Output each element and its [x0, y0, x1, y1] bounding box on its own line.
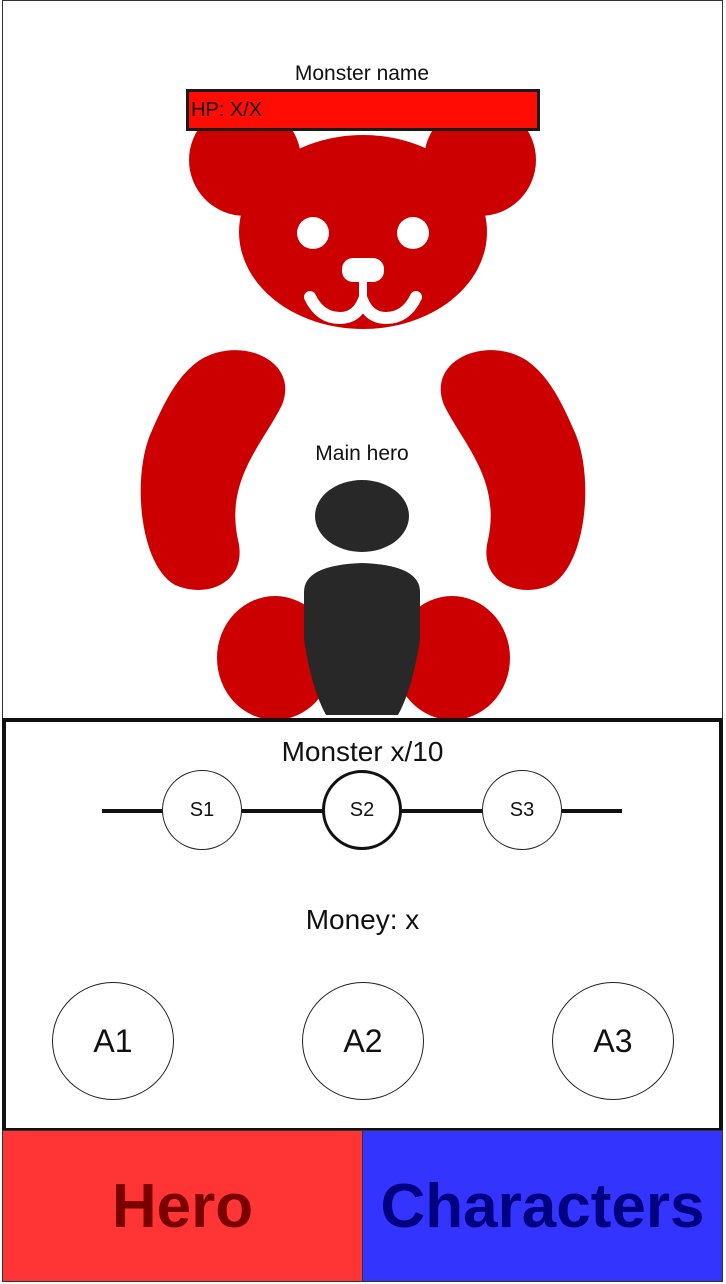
stage-button-s3[interactable]: S3 [482, 770, 562, 850]
stage-button-s2[interactable]: S2 [322, 770, 402, 850]
monster-hp-bar: HP: X/X [186, 89, 540, 131]
ability-button-a1[interactable]: A1 [52, 982, 174, 1100]
stage-button-s1[interactable]: S1 [162, 770, 242, 850]
tab-hero[interactable]: Hero [2, 1130, 363, 1282]
ability-button-a2[interactable]: A2 [302, 982, 424, 1100]
tab-characters[interactable]: Characters [362, 1130, 723, 1282]
hero-label: Main hero [315, 442, 409, 465]
ability-button-a3[interactable]: A3 [552, 982, 674, 1100]
money-display: Money: x [305, 904, 420, 935]
monster-name: Monster name [294, 62, 430, 85]
stage-panel: Monster x/10 S1 S2 S3 Money: x A1 A2 A3 [2, 718, 723, 1132]
battle-scene: Monster name HP: X/X Main hero [0, 0, 726, 720]
monster-hp-text: HP: X/X [191, 99, 263, 121]
stage-title: Monster x/10 [281, 736, 444, 767]
hero-sprite[interactable] [304, 480, 420, 715]
